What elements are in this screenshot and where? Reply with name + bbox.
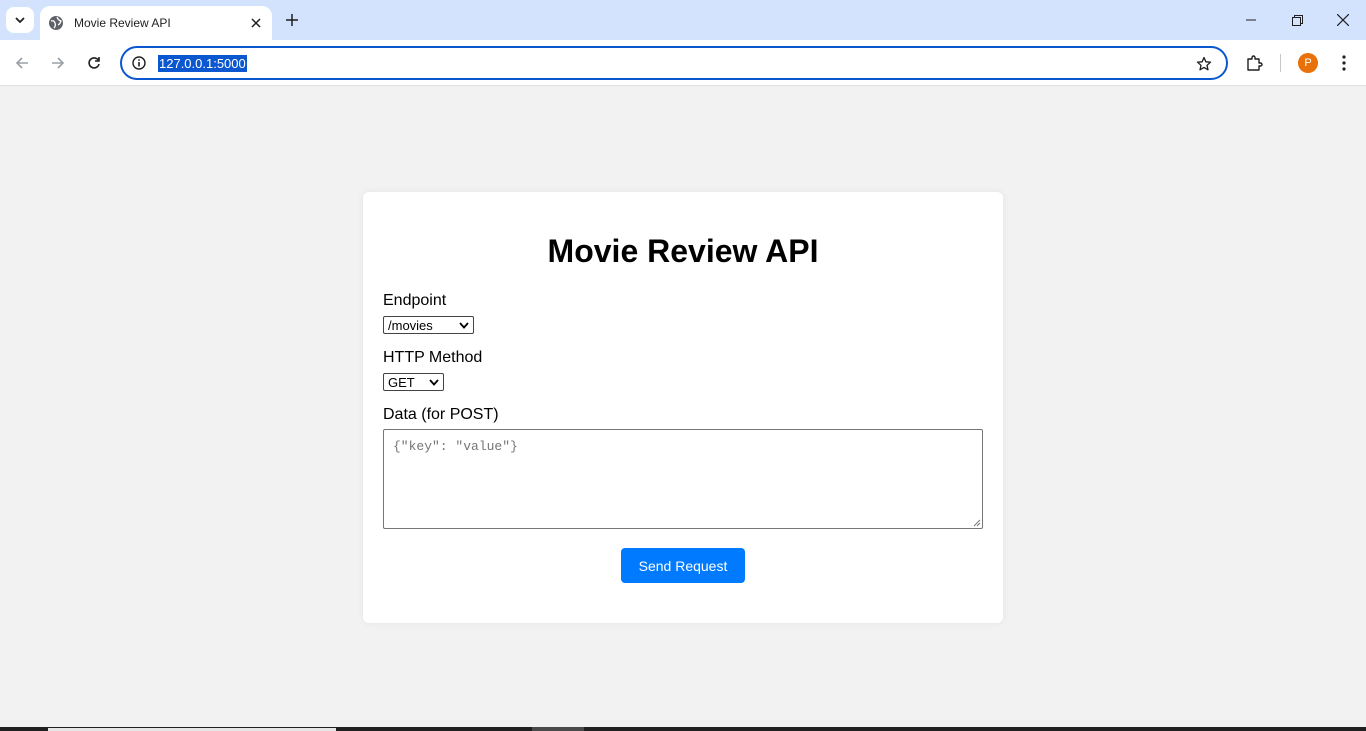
extensions-icon[interactable] bbox=[1242, 51, 1266, 75]
browser-tab[interactable]: Movie Review API bbox=[40, 6, 272, 40]
globe-icon bbox=[48, 15, 64, 31]
chevron-down-icon bbox=[429, 378, 439, 386]
http-method-selected-value: GET bbox=[388, 374, 415, 390]
close-icon bbox=[1337, 14, 1349, 26]
chevron-down-icon bbox=[459, 321, 469, 329]
toolbar-divider bbox=[1280, 54, 1281, 72]
forward-button[interactable] bbox=[44, 49, 72, 77]
minimize-button[interactable] bbox=[1228, 4, 1274, 36]
endpoint-selected-value: /movies bbox=[388, 317, 433, 333]
chevron-down-icon bbox=[15, 17, 25, 24]
browser-toolbar: 127.0.0.1:5000 P bbox=[0, 40, 1366, 86]
arrow-right-icon bbox=[52, 57, 65, 69]
tab-title: Movie Review API bbox=[74, 16, 171, 30]
tab-search-button[interactable] bbox=[6, 7, 34, 33]
reload-button[interactable] bbox=[80, 49, 108, 77]
menu-kebab-icon[interactable] bbox=[1332, 51, 1356, 75]
api-form-card: Movie Review API Endpoint /movies HTTP M… bbox=[363, 192, 1003, 623]
minimize-icon bbox=[1246, 19, 1256, 21]
data-placeholder: {"key": "value"} bbox=[393, 439, 518, 454]
new-tab-button[interactable] bbox=[280, 8, 304, 32]
profile-avatar[interactable]: P bbox=[1298, 53, 1318, 73]
restore-icon bbox=[1291, 14, 1303, 26]
taskbar-segment bbox=[532, 727, 584, 731]
resize-handle-icon[interactable] bbox=[972, 518, 981, 527]
endpoint-select[interactable]: /movies bbox=[383, 316, 474, 334]
http-method-label: HTTP Method bbox=[383, 349, 483, 366]
close-tab-icon[interactable] bbox=[246, 13, 266, 33]
arrow-left-icon bbox=[15, 57, 28, 69]
endpoint-label: Endpoint bbox=[383, 292, 447, 309]
info-icon[interactable] bbox=[130, 54, 148, 72]
reload-icon bbox=[88, 57, 100, 69]
address-bar[interactable]: 127.0.0.1:5000 bbox=[120, 46, 1228, 80]
taskbar-edge bbox=[0, 727, 1366, 731]
data-textarea[interactable]: {"key": "value"} bbox=[383, 429, 983, 529]
url-text[interactable]: 127.0.0.1:5000 bbox=[158, 55, 247, 72]
send-request-button[interactable]: Send Request bbox=[621, 548, 745, 583]
back-button[interactable] bbox=[8, 49, 36, 77]
restore-button[interactable] bbox=[1274, 4, 1320, 36]
http-method-select[interactable]: GET bbox=[383, 373, 444, 391]
page-title: Movie Review API bbox=[547, 233, 819, 269]
close-window-button[interactable] bbox=[1320, 4, 1366, 36]
bookmark-star-icon[interactable] bbox=[1194, 54, 1214, 74]
data-label: Data (for POST) bbox=[383, 406, 499, 423]
tab-strip: Movie Review API bbox=[0, 0, 1366, 40]
plus-icon bbox=[286, 14, 298, 26]
